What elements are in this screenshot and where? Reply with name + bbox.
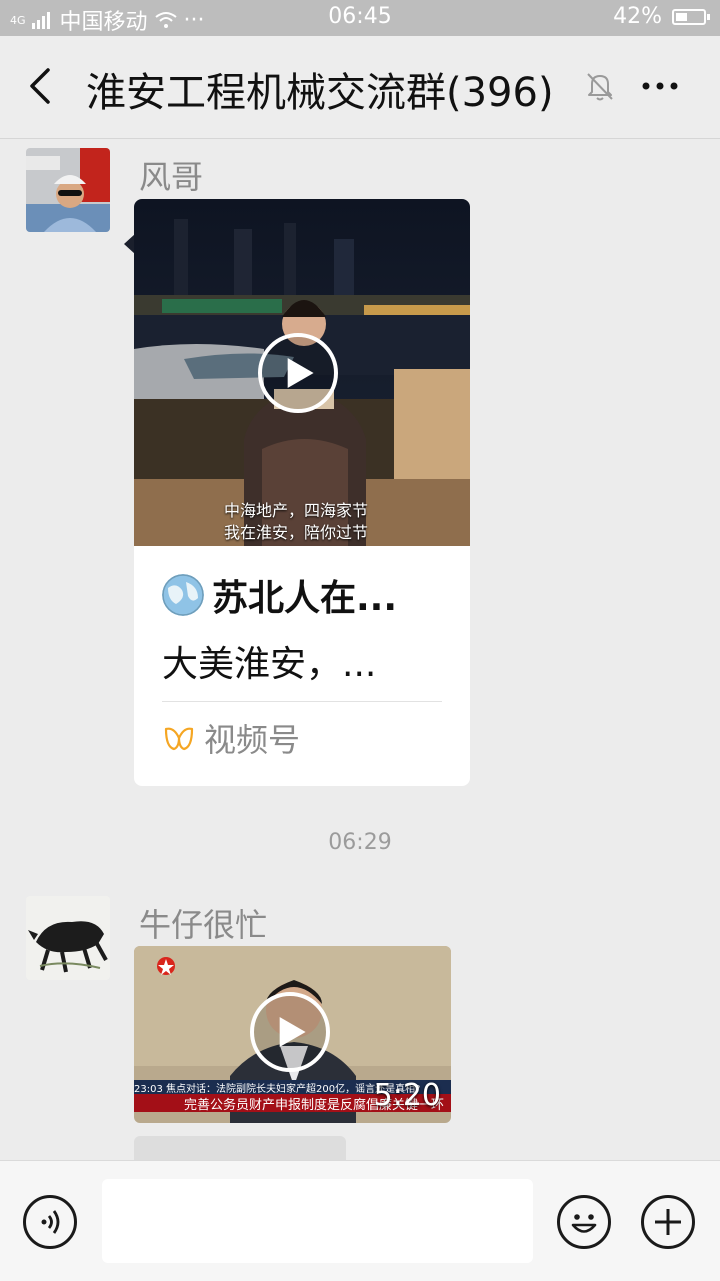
card-source: 视频号 xyxy=(164,715,300,761)
back-icon[interactable] xyxy=(22,66,62,106)
voice-button[interactable] xyxy=(23,1195,77,1249)
more-horizontal-icon[interactable] xyxy=(636,70,684,102)
emoji-icon xyxy=(571,1214,597,1233)
source-label: 视频号 xyxy=(204,721,301,759)
avatar[interactable] xyxy=(26,148,110,232)
play-icon xyxy=(287,358,314,388)
ticker-time: 23:03 xyxy=(134,1084,163,1094)
chat-header: 淮安工程机械交流群(396) xyxy=(0,36,720,139)
channels-card[interactable]: 中海地产，四海家节 我在淮安，陪你过节 苏北人在... 大美淮安，... 视频号 xyxy=(134,199,470,786)
battery-icon xyxy=(672,8,710,25)
sender-name: 牛仔很忙 xyxy=(139,906,268,944)
channels-icon xyxy=(164,727,194,751)
play-button[interactable] xyxy=(258,333,338,413)
chat-title: 淮安工程机械交流群(396) xyxy=(86,70,554,116)
play-button[interactable] xyxy=(250,992,330,1072)
video-duration: 5:20 xyxy=(373,1078,441,1113)
plus-icon xyxy=(655,1209,681,1235)
emoji-button[interactable] xyxy=(557,1195,611,1249)
message-timestamp: 06:29 xyxy=(328,830,392,855)
more-plus-button[interactable] xyxy=(641,1195,695,1249)
channel-info: 苏北人在... xyxy=(162,569,397,621)
video-description: 大美淮安，... xyxy=(162,644,377,685)
avatar[interactable] xyxy=(26,896,110,980)
video-caption-line-1: 中海地产，四海家节 xyxy=(224,501,369,520)
input-bar xyxy=(0,1160,720,1281)
message-input[interactable] xyxy=(102,1179,533,1263)
channel-avatar xyxy=(162,574,204,616)
status-bar: 4G 中国移动 ··· 06:45 42% xyxy=(0,0,720,36)
video-message[interactable]: 23:03 焦点对话：法院副院长夫妇家产超200亿，谣言还是真相? 完善公务员财… xyxy=(134,946,451,1123)
video-caption-line-2: 我在淮安，陪你过节 xyxy=(224,523,369,542)
clock: 06:45 xyxy=(328,4,392,29)
play-icon xyxy=(279,1017,306,1047)
card-divider xyxy=(162,701,442,702)
sender-name: 风哥 xyxy=(139,158,204,196)
battery-percent: 42% xyxy=(613,4,662,29)
bell-off-icon xyxy=(587,73,613,101)
channel-name: 苏北人在... xyxy=(212,578,398,619)
voice-icon xyxy=(41,1210,60,1234)
